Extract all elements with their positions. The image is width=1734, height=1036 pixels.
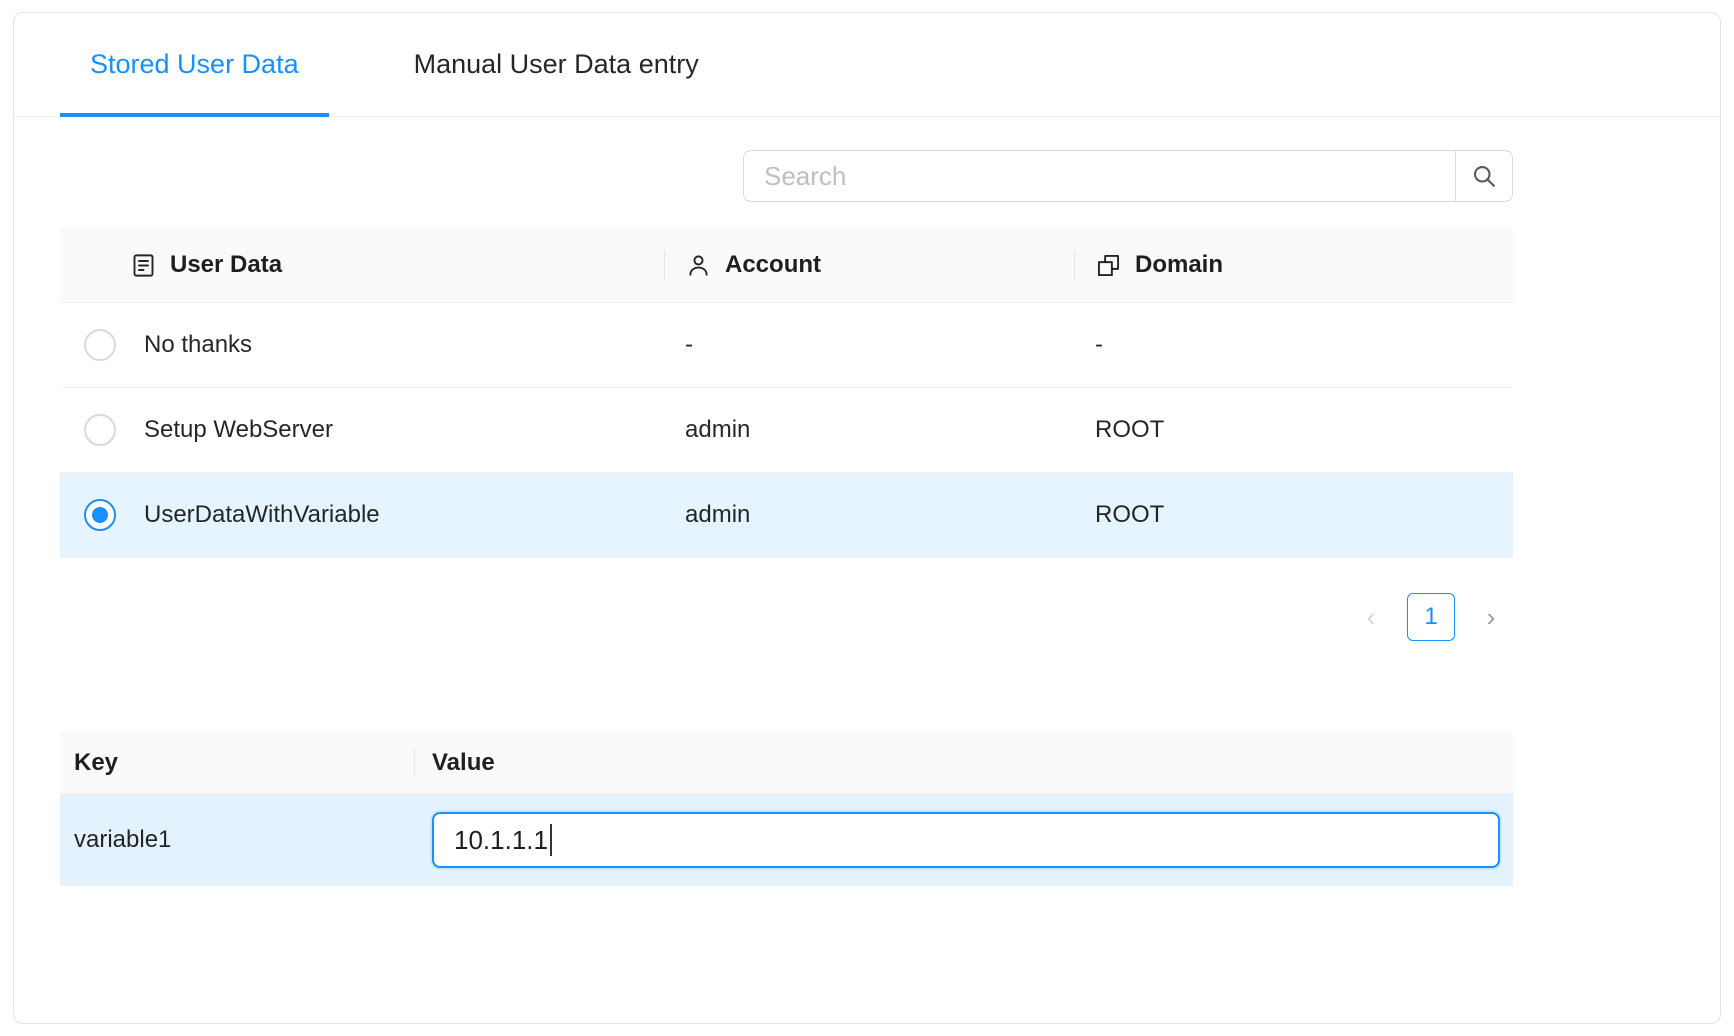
- column-header-user-data: User Data: [60, 251, 665, 279]
- value-input-text: 10.1.1.1: [454, 825, 548, 856]
- radio-button[interactable]: [84, 414, 116, 446]
- column-header-label: User Data: [170, 251, 282, 279]
- column-header-key: Key: [60, 749, 415, 777]
- account-cell: admin: [665, 416, 1075, 444]
- user-data-icon: [130, 252, 157, 279]
- radio-cell: [60, 329, 130, 361]
- text-cursor: [550, 824, 552, 856]
- search-input[interactable]: [743, 150, 1455, 202]
- domain-icon: [1095, 252, 1122, 279]
- account-cell: admin: [665, 501, 1075, 529]
- search-icon: [1470, 162, 1498, 190]
- account-cell: -: [665, 331, 1075, 359]
- domain-cell: ROOT: [1075, 416, 1513, 444]
- table-row-no-thanks[interactable]: No thanks - -: [60, 303, 1513, 388]
- tab-stored-user-data[interactable]: Stored User Data: [60, 13, 329, 116]
- radio-cell: [60, 414, 130, 446]
- pagination: ‹ 1 ›: [60, 593, 1513, 641]
- key-value-table: Key Value variable1 10.1.1.1: [60, 732, 1513, 886]
- tab-manual-user-data-entry[interactable]: Manual User Data entry: [384, 13, 729, 116]
- domain-cell: ROOT: [1075, 501, 1513, 529]
- search-row: [60, 150, 1513, 202]
- tab-label: Manual User Data entry: [414, 49, 699, 80]
- column-header-domain: Domain: [1075, 251, 1513, 279]
- column-header-label: Domain: [1135, 251, 1223, 279]
- tab-label: Stored User Data: [90, 49, 299, 80]
- user-data-cell: Setup WebServer: [130, 416, 665, 444]
- table-row-setup-webserver[interactable]: Setup WebServer admin ROOT: [60, 388, 1513, 473]
- kv-row-variable1: variable1 10.1.1.1: [60, 794, 1513, 886]
- table-row-userdatawithvariable[interactable]: UserDataWithVariable admin ROOT: [60, 473, 1513, 558]
- radio-button-checked[interactable]: [84, 499, 116, 531]
- value-cell: 10.1.1.1: [415, 812, 1513, 868]
- kv-header-row: Key Value: [60, 732, 1513, 794]
- user-data-cell: UserDataWithVariable: [130, 501, 665, 529]
- pagination-page-1[interactable]: 1: [1407, 593, 1455, 641]
- user-data-table: User Data Account: [60, 228, 1513, 558]
- user-data-panel: Stored User Data Manual User Data entry: [13, 12, 1721, 1024]
- account-icon: [685, 252, 712, 279]
- radio-cell: [60, 499, 130, 531]
- tab-bar: Stored User Data Manual User Data entry: [14, 13, 1720, 117]
- column-header-value: Value: [415, 749, 1513, 777]
- value-input[interactable]: 10.1.1.1: [432, 812, 1500, 868]
- radio-button[interactable]: [84, 329, 116, 361]
- search-group: [743, 150, 1513, 202]
- user-data-cell: No thanks: [130, 331, 665, 359]
- pagination-prev-icon[interactable]: ‹: [1349, 595, 1393, 639]
- panel-content: User Data Account: [14, 150, 1720, 886]
- column-header-label: Account: [725, 251, 821, 279]
- table-header-row: User Data Account: [60, 228, 1513, 303]
- column-header-account: Account: [665, 251, 1075, 279]
- domain-cell: -: [1075, 331, 1513, 359]
- key-cell: variable1: [60, 826, 415, 854]
- pagination-next-icon[interactable]: ›: [1469, 595, 1513, 639]
- search-button[interactable]: [1455, 150, 1513, 202]
